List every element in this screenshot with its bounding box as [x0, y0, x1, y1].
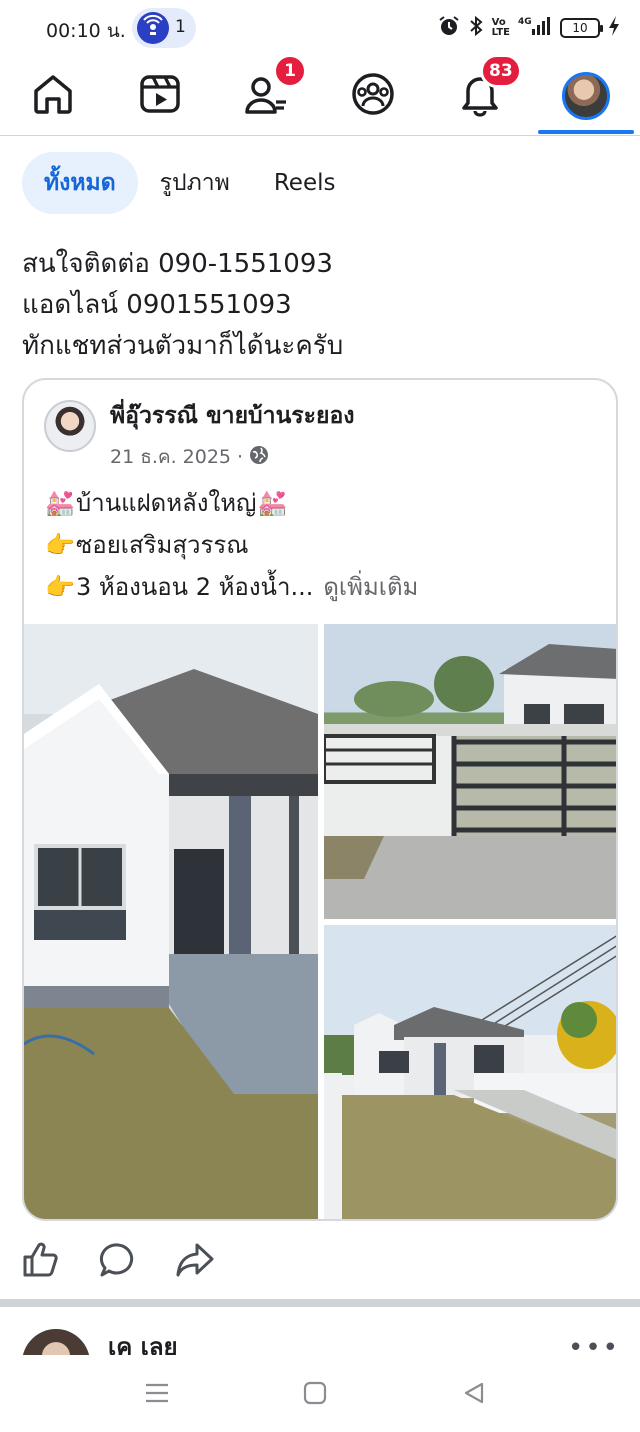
post-actions	[0, 1232, 640, 1292]
recent-apps-icon	[144, 1382, 170, 1408]
bluetooth-icon	[468, 15, 484, 41]
hotspot-icon	[137, 12, 169, 44]
filter-tab-reels[interactable]: Reels	[252, 152, 358, 214]
like-icon	[21, 1241, 59, 1283]
volte-icon: Vo LTE	[491, 17, 510, 38]
hotspot-count: 1	[175, 17, 186, 37]
home-button-icon	[303, 1381, 327, 1409]
nav-friends[interactable]: 1	[231, 54, 307, 130]
signal-icon: 4G	[518, 15, 552, 41]
post-caption: สนใจติดต่อ 090-1551093 แอดไลน์ 090155109…	[22, 244, 622, 367]
meta-separator: ·	[237, 446, 244, 468]
section-divider	[0, 1299, 640, 1307]
author-avatar[interactable]	[44, 400, 96, 452]
post-line: 💒 บ้านแฝดหลังใหญ่ 💒	[44, 482, 604, 524]
post-line: 👉 ซอยเสริมสุวรรณ	[44, 524, 604, 566]
post-body: 💒 บ้านแฝดหลังใหญ่ 💒 👉 ซอยเสริมสุวรรณ 👉 3…	[44, 482, 604, 608]
comment-button[interactable]	[98, 1242, 138, 1282]
svg-text:4G: 4G	[518, 17, 532, 27]
home-system-button[interactable]	[297, 1377, 333, 1413]
reels-video-icon	[138, 72, 182, 120]
nav-home[interactable]	[17, 62, 89, 130]
charging-icon	[608, 15, 620, 41]
battery-icon: 10	[560, 18, 603, 38]
status-icons: Vo LTE 4G 10	[438, 14, 620, 42]
profile-avatar	[562, 72, 610, 120]
post-text: บ้านแฝดหลังใหญ่	[76, 489, 257, 517]
notifications-badge: 83	[480, 54, 522, 88]
post-meta: 21 ธ.ค. 2025 ·	[110, 442, 269, 472]
back-icon	[463, 1381, 485, 1409]
alarm-icon	[438, 15, 460, 41]
battery-level: 10	[572, 21, 588, 35]
next-post-avatar[interactable]	[22, 1329, 90, 1355]
filter-tab-all[interactable]: ทั้งหมด	[22, 152, 138, 214]
globe-icon	[249, 445, 269, 470]
author-name[interactable]: พี่อุ๊วรรณี ขายบ้านระยอง	[110, 398, 355, 434]
house-yard-photo[interactable]	[324, 925, 616, 1219]
post-line: 👉 3 ห้องนอน 2 ห้องน้ำ... ดูเพิ่มเติม	[44, 566, 604, 608]
status-time: 00:10 น.	[46, 20, 126, 42]
status-bar: 00:10 น. 1 Vo LTE 4G 10	[0, 0, 640, 56]
share-button[interactable]	[175, 1242, 215, 1282]
wedding-emoji: 💒	[45, 489, 75, 517]
hotspot-indicator[interactable]: 1	[132, 8, 196, 48]
pointing-hand-emoji: 👉	[45, 573, 75, 601]
nav-video[interactable]	[124, 62, 196, 130]
like-button[interactable]	[20, 1242, 60, 1282]
nav-groups[interactable]	[337, 62, 409, 130]
nav-profile[interactable]	[550, 62, 622, 130]
top-nav: 1 83	[0, 54, 640, 136]
comment-icon	[99, 1241, 137, 1283]
groups-icon	[350, 71, 396, 121]
home-icon	[31, 72, 75, 120]
wedding-emoji: 💒	[257, 489, 288, 517]
next-post[interactable]: เค เลย •••	[0, 1307, 640, 1355]
filter-tab-photos[interactable]: รูปภาพ	[138, 152, 252, 214]
next-post-author[interactable]: เค เลย	[108, 1327, 178, 1355]
nav-notifications[interactable]: 83	[444, 54, 522, 130]
caption-line: ทักแชทส่วนตัวมาก็ได้นะครับ	[22, 331, 344, 361]
post-text: 3 ห้องนอน 2 ห้องน้ำ...	[76, 573, 314, 601]
house-front-photo[interactable]	[24, 624, 318, 1219]
caption-line: แอดไลน์ 0901551093	[22, 290, 292, 320]
pointing-hand-emoji: 👉	[45, 531, 75, 559]
shared-post-card[interactable]: พี่อุ๊วรรณี ขายบ้านระยอง 21 ธ.ค. 2025 · …	[22, 378, 618, 1221]
post-date: 21 ธ.ค. 2025	[110, 446, 231, 468]
filter-tabs: ทั้งหมด รูปภาพ Reels	[22, 152, 357, 214]
active-tab-indicator	[538, 130, 634, 134]
house-gate-photo[interactable]	[324, 624, 616, 919]
friends-badge: 1	[273, 54, 307, 88]
see-more-link[interactable]: ดูเพิ่มเติม	[323, 566, 418, 608]
post-text: ซอยเสริมสุวรรณ	[76, 531, 249, 559]
more-options-icon[interactable]: •••	[568, 1333, 620, 1355]
system-nav-bar	[0, 1355, 640, 1432]
caption-line: สนใจติดต่อ 090-1551093	[22, 249, 333, 279]
recent-apps-button[interactable]	[139, 1377, 175, 1413]
share-icon	[175, 1241, 215, 1283]
back-button[interactable]	[456, 1377, 492, 1413]
